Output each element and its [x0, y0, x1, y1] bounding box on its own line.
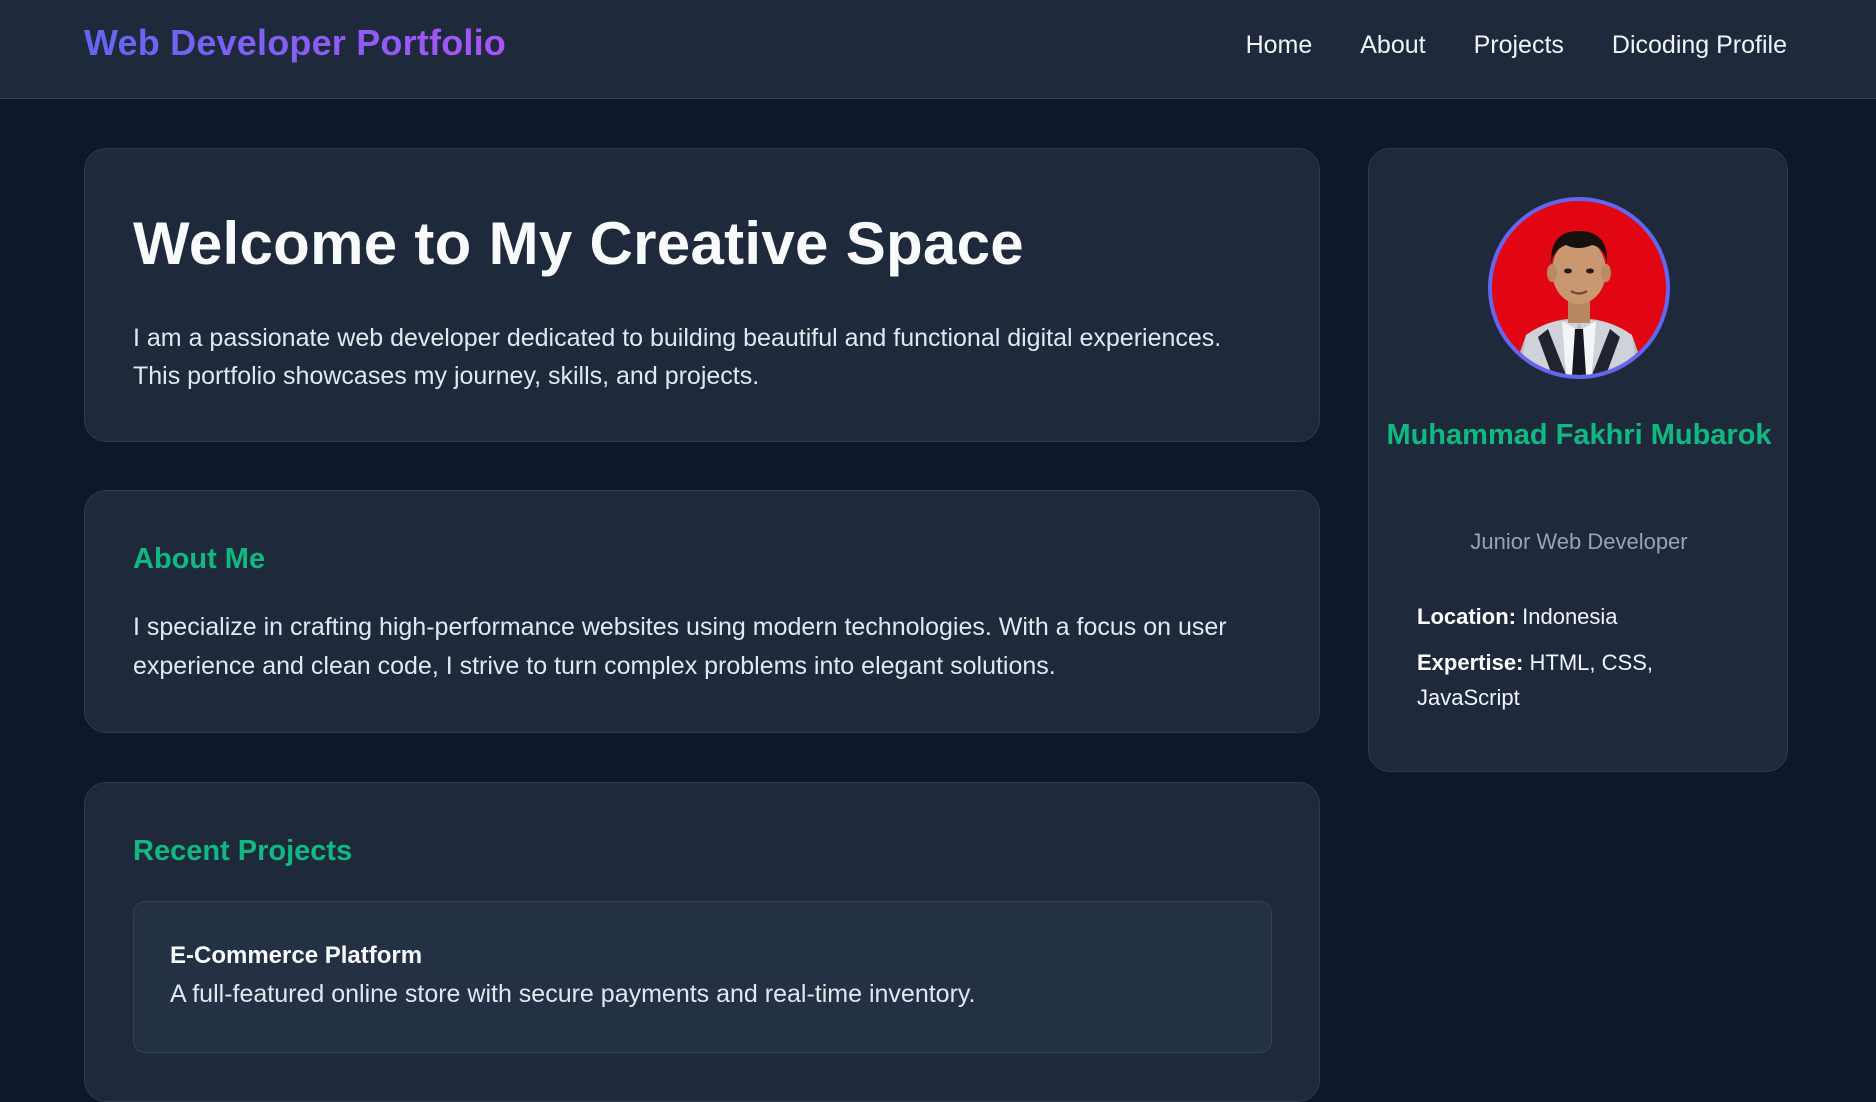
nav-link-dicoding-profile[interactable]: Dicoding Profile	[1612, 29, 1787, 61]
person-portrait-icon	[1492, 201, 1666, 375]
profile-card: Muhammad Fakhri Mubarok Junior Web Devel…	[1368, 148, 1788, 772]
profile-name: Muhammad Fakhri Mubarok	[1386, 419, 1772, 451]
nav-link-home[interactable]: Home	[1246, 29, 1313, 61]
location-value: Indonesia	[1522, 604, 1618, 629]
hero-text: I am a passionate web developer dedicate…	[133, 324, 1222, 390]
project-title: E-Commerce Platform	[170, 942, 423, 969]
expertise-label: Expertise:	[1417, 650, 1524, 675]
profile-location: Location: Indonesia	[1417, 599, 1747, 634]
site-brand[interactable]: Web Developer Portfolio	[84, 22, 506, 64]
hero-title: Welcome to My Creative Space	[133, 210, 1024, 277]
projects-card: Recent Projects E-Commerce Platform A fu…	[84, 782, 1320, 1102]
projects-title: Recent Projects	[133, 835, 353, 867]
project-item[interactable]: E-Commerce Platform A full-featured onli…	[133, 901, 1272, 1053]
hero-card: Welcome to My Creative Space I am a pass…	[84, 148, 1320, 442]
nav-link-about[interactable]: About	[1360, 29, 1425, 61]
profile-role: Junior Web Developer	[1470, 529, 1688, 554]
profile-expertise: Expertise: HTML, CSS, JavaScript	[1417, 645, 1747, 715]
profile-avatar	[1488, 197, 1670, 379]
location-label: Location:	[1417, 604, 1516, 629]
nav-link-projects[interactable]: Projects	[1474, 29, 1564, 61]
about-title: About Me	[133, 543, 266, 575]
project-description: A full-featured online store with secure…	[170, 980, 976, 1008]
about-text: I specialize in crafting high-performanc…	[133, 613, 1227, 680]
about-card: About Me I specialize in crafting high-p…	[84, 490, 1320, 733]
top-navbar: Web Developer Portfolio Home About Proje…	[0, 0, 1876, 99]
main-nav: Home About Projects Dicoding Profile	[1246, 29, 1787, 61]
